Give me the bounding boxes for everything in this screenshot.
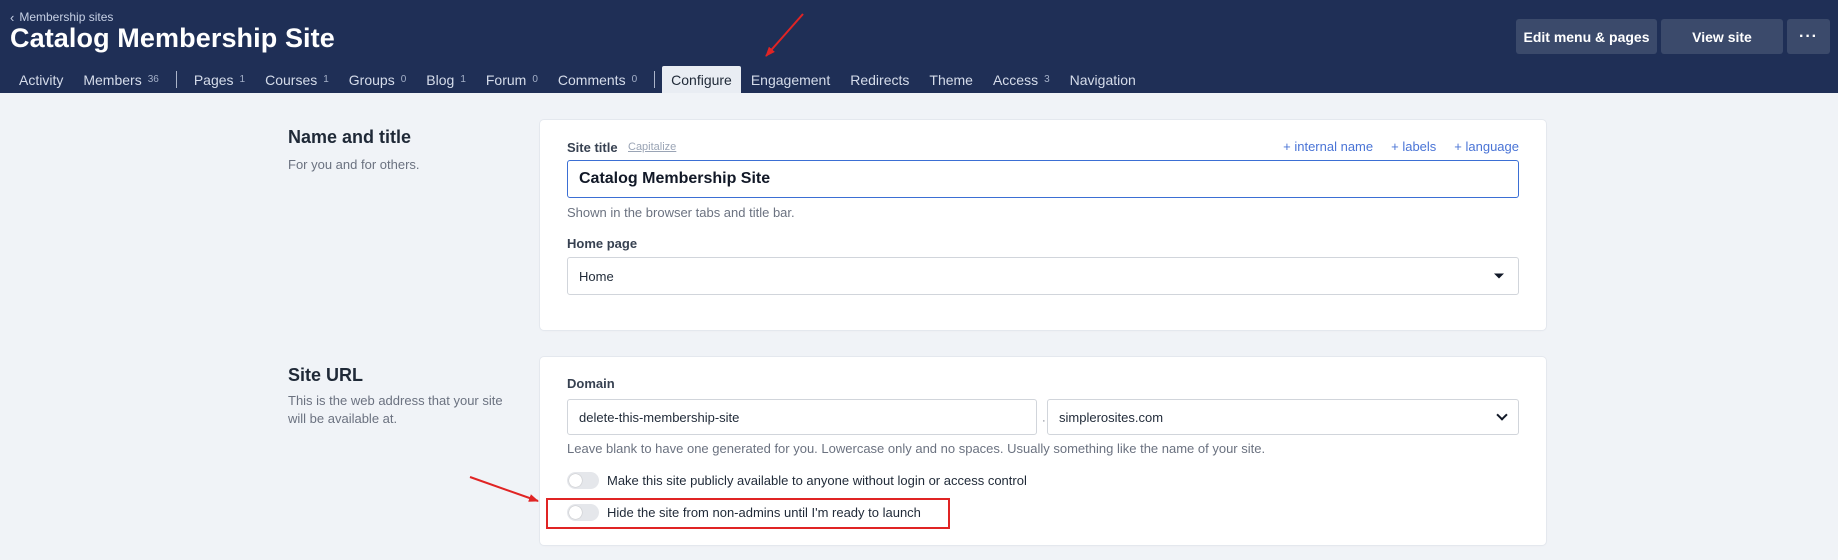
- page-title: Catalog Membership Site: [10, 23, 335, 53]
- section-title-name: Name and title: [288, 127, 412, 147]
- tab-blog[interactable]: Blog 1: [416, 66, 476, 93]
- site-title-input[interactable]: Catalog Membership Site: [567, 160, 1519, 198]
- add-labels-link[interactable]: + labels: [1391, 139, 1436, 154]
- tab-divider: [654, 71, 656, 88]
- home-page-label: Home page: [567, 236, 638, 251]
- tab-groups[interactable]: Groups 0: [339, 66, 416, 93]
- top-header: ‹ Membership sites Catalog Membership Si…: [0, 0, 1838, 93]
- annotation-highlight-box: [546, 498, 950, 529]
- public-access-toggle[interactable]: [567, 472, 599, 489]
- tab-count-badge: 36: [147, 74, 159, 85]
- tab-activity[interactable]: Activity: [9, 66, 73, 93]
- tab-redirects[interactable]: Redirects: [840, 66, 919, 93]
- chevron-left-icon: ‹: [10, 9, 15, 25]
- tab-divider: [175, 71, 177, 88]
- breadcrumb[interactable]: ‹ Membership sites: [10, 10, 113, 24]
- tab-count-badge: 1: [239, 74, 246, 85]
- more-options-button[interactable]: ···: [1787, 19, 1830, 54]
- tab-theme[interactable]: Theme: [919, 66, 983, 93]
- home-page-value: Home: [579, 268, 614, 284]
- tab-comments[interactable]: Comments 0: [548, 66, 647, 93]
- view-site-button[interactable]: View site: [1661, 19, 1783, 54]
- annotation-arrow-hide-toggle: [469, 476, 539, 502]
- chevron-down-icon: [1496, 409, 1508, 421]
- domain-separator: ·: [1042, 415, 1046, 427]
- add-internal-name-link[interactable]: + internal name: [1283, 139, 1373, 154]
- domain-select-value: simplerosites.com: [1059, 409, 1164, 425]
- tab-count-badge: 0: [532, 74, 538, 85]
- toggle-knob: [569, 474, 582, 487]
- edit-menu-pages-button[interactable]: Edit menu & pages: [1516, 19, 1657, 54]
- tab-configure[interactable]: Configure: [662, 66, 741, 93]
- domain-hint: Leave blank to have one generated for yo…: [567, 441, 1266, 456]
- capitalize-link[interactable]: Capitalize: [628, 141, 676, 153]
- section-description-url: This is the web address that your site w…: [288, 393, 503, 426]
- caret-down-icon: [1494, 273, 1504, 279]
- add-language-link[interactable]: + language: [1454, 139, 1519, 154]
- domain-select[interactable]: simplerosites.com: [1047, 399, 1519, 435]
- section-title-url: Site URL: [288, 365, 364, 385]
- tab-courses[interactable]: Courses 1: [255, 66, 339, 93]
- subdomain-input[interactable]: delete-this-membership-site: [567, 399, 1037, 435]
- breadcrumb-link[interactable]: Membership sites: [19, 10, 113, 24]
- tab-pages[interactable]: Pages 1: [184, 66, 255, 93]
- site-title-hint: Shown in the browser tabs and title bar.: [567, 205, 795, 220]
- tab-count-badge: 1: [323, 74, 329, 85]
- tab-engagement[interactable]: Engagement: [741, 66, 840, 93]
- section-description-name: For you and for others.: [288, 157, 420, 172]
- site-title-options: + internal name + labels + language: [1283, 139, 1519, 154]
- tab-count-badge: 0: [631, 74, 638, 85]
- site-title-label: Site title: [567, 140, 618, 155]
- tab-navigation[interactable]: Navigation: [1060, 66, 1146, 93]
- tab-count-badge: 0: [400, 74, 407, 85]
- tab-members[interactable]: Members 36: [73, 66, 168, 93]
- home-page-select[interactable]: Home: [567, 257, 1519, 295]
- tab-count-badge: 1: [460, 74, 466, 85]
- tab-access[interactable]: Access 3: [983, 66, 1060, 93]
- public-access-toggle-row: Make this site publicly available to any…: [567, 472, 1027, 489]
- public-access-label: Make this site publicly available to any…: [607, 473, 1027, 488]
- domain-label: Domain: [567, 376, 615, 391]
- tab-count-badge: 3: [1044, 74, 1050, 85]
- name-title-card: Site title Capitalize + internal name + …: [540, 120, 1546, 330]
- tab-forum[interactable]: Forum 0: [476, 66, 548, 93]
- tab-bar: Activity Members 36 Pages 1 Courses 1 Group…: [0, 66, 1146, 93]
